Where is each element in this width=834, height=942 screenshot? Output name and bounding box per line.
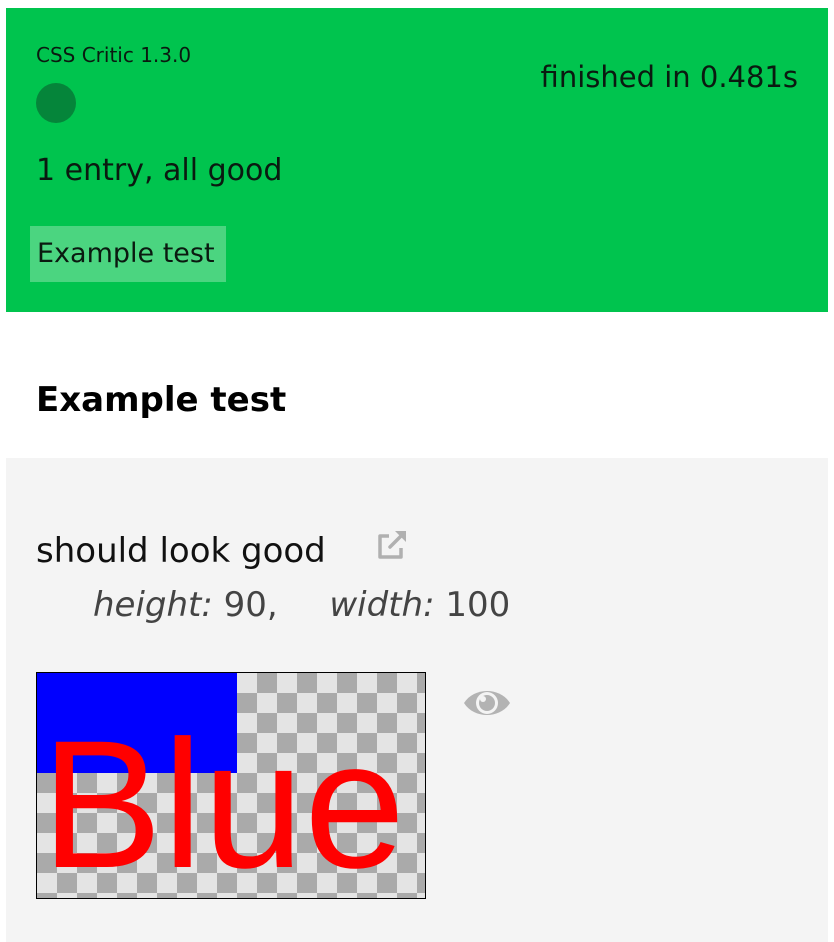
width-key: width: [329,585,435,625]
eye-icon[interactable] [462,684,512,722]
height-value: 90, [223,585,278,625]
test-entry: should look good height: 90, width: 100 … [6,458,828,942]
app-version: CSS Critic 1.3.0 [36,43,192,67]
finished-time: finished in 0.481s [540,60,798,94]
section-title: Example test [36,380,287,420]
preview-text: Blue [41,702,406,899]
results-summary: 1 entry, all good [36,153,283,188]
entry-dimensions: height: 90, width: 100 [93,585,510,625]
status-indicator [36,83,76,123]
results-header: CSS Critic 1.3.0 finished in 0.481s 1 en… [6,8,828,312]
render-preview[interactable]: Blue [36,672,426,899]
external-link-icon[interactable] [374,527,410,563]
entry-name: should look good [36,531,326,571]
test-nav-link[interactable]: Example test [30,226,226,282]
height-key: height: [93,585,213,625]
width-value: 100 [445,585,511,625]
